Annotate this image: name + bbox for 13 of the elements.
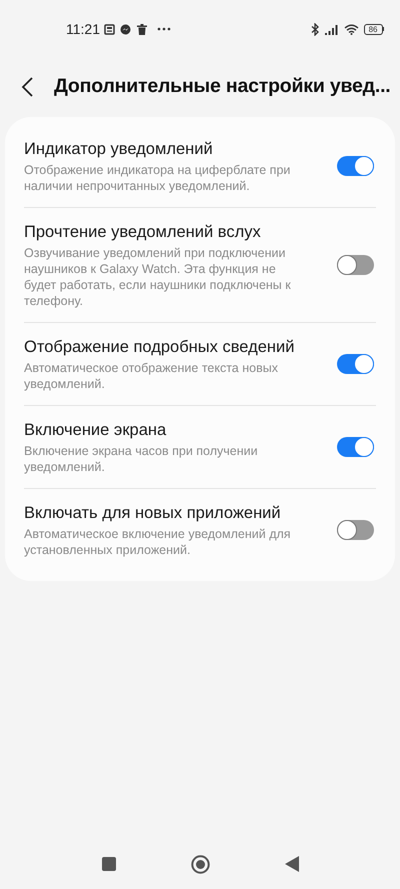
setting-title: Прочтение уведомлений вслух bbox=[24, 222, 262, 243]
setting-title: Включать для новых приложений bbox=[24, 503, 282, 524]
setting-title: Отображение подробных сведений bbox=[24, 337, 296, 358]
setting-description: Включение экрана часов при получении уведомлений. bbox=[24, 443, 259, 475]
setting-description: Озвучивание уведомлений при подключении наушников к Galaxy Watch. Эта функция не будет работать, если наушники подключены к телефону. bbox=[24, 245, 292, 309]
battery-icon: 86 bbox=[364, 24, 384, 34]
clock-time: 11:21 bbox=[66, 20, 100, 38]
setting-title: Индикатор уведомлений bbox=[24, 139, 214, 160]
setting-title: Включение экрана bbox=[24, 420, 168, 441]
setting-description: Автоматическое отображение текста новых уведомлений. bbox=[24, 360, 279, 392]
setting-description: Отображение индикатора на циферблате при наличии непрочитанных уведомлений. bbox=[24, 162, 292, 194]
setting-description: Автоматическое включение уведомлений для установленных приложений. bbox=[24, 526, 292, 558]
page-title: Дополнительные настройки увед... bbox=[54, 74, 391, 100]
